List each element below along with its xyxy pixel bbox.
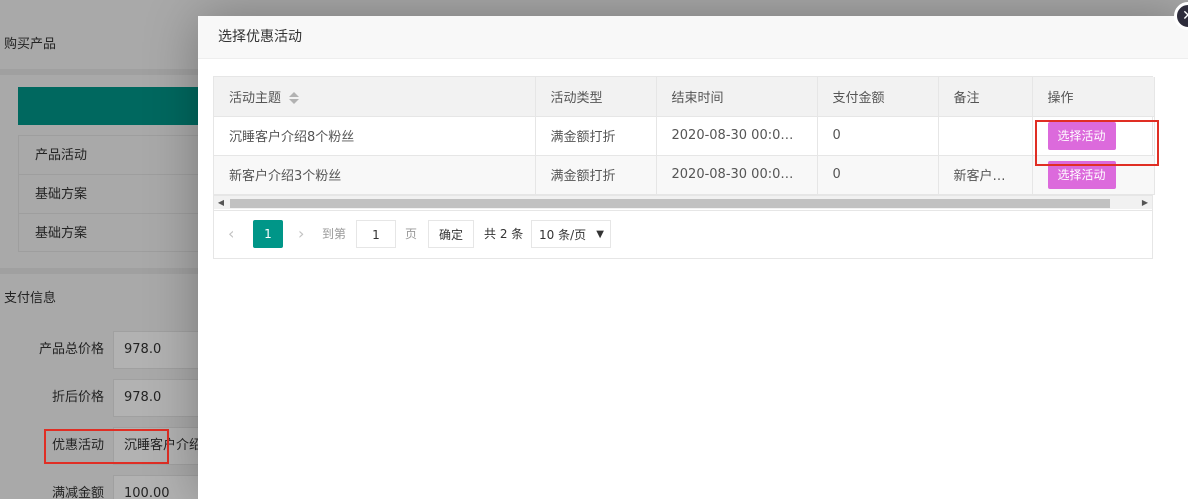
cell-amount: 0 — [817, 155, 939, 195]
column-header-theme[interactable]: 活动主题 — [214, 77, 536, 117]
goto-page-input[interactable]: 1 — [356, 220, 396, 248]
next-page-icon[interactable]: › — [298, 220, 304, 248]
activity-table: 活动主题 活动类型 结束时间 支付金额 备注 操作 沉睡客户介绍8个粉丝 满金额… — [214, 77, 1155, 195]
prev-page-icon[interactable]: ‹ — [228, 220, 234, 248]
cell-action: 选择活动 — [1032, 155, 1155, 195]
cell-end-time: 2020-08-30 00:00:00 — [656, 116, 818, 156]
cell-amount: 0 — [817, 116, 939, 156]
column-header-end-time: 结束时间 — [656, 77, 818, 117]
pagination: ‹ 1 › 到第 1 页 确定 共 2 条 10 条/页 ▼ — [214, 210, 1152, 258]
select-activity-button[interactable]: 选择活动 — [1047, 121, 1116, 150]
cell-action: 选择活动 — [1032, 116, 1155, 156]
scroll-left-icon[interactable]: ◀ — [216, 198, 226, 208]
column-header-type: 活动类型 — [535, 77, 657, 117]
goto-label: 到第 — [322, 227, 347, 241]
activity-table-panel: 活动主题 活动类型 结束时间 支付金额 备注 操作 沉睡客户介绍8个粉丝 满金额… — [213, 76, 1155, 259]
cell-theme: 沉睡客户介绍8个粉丝 — [214, 116, 536, 156]
column-header-note: 备注 — [938, 77, 1033, 117]
column-header-amount: 支付金额 — [817, 77, 939, 117]
scroll-right-icon[interactable]: ▶ — [1140, 198, 1150, 208]
cell-theme: 新客户介绍3个粉丝 — [214, 155, 536, 195]
page-unit-label: 页 — [405, 227, 418, 241]
scroll-thumb[interactable] — [230, 199, 1110, 208]
select-promotion-dialog: 选择优惠活动 ✕ 活动主题 活动类型 结束时间 支付金额 备注 操作 沉睡客户介… — [198, 2, 1188, 499]
table-row[interactable]: 新客户介绍3个粉丝 满金额打折 2020-08-30 00:00:00 0 新客… — [214, 155, 1155, 195]
cell-type: 满金额打折 — [535, 116, 657, 156]
cell-note — [938, 116, 1033, 156]
table-header-row: 活动主题 活动类型 结束时间 支付金额 备注 操作 — [214, 77, 1155, 117]
table-row[interactable]: 沉睡客户介绍8个粉丝 满金额打折 2020-08-30 00:00:00 0 选… — [214, 116, 1155, 156]
dropdown-arrow-icon: ▼ — [596, 229, 604, 240]
horizontal-scrollbar[interactable]: ◀ ▶ — [214, 195, 1152, 209]
select-activity-button[interactable]: 选择活动 — [1047, 160, 1116, 189]
total-count: 共 2 条 — [484, 227, 524, 241]
page-current[interactable]: 1 — [253, 220, 283, 248]
goto-confirm-button[interactable]: 确定 — [428, 220, 475, 248]
dialog-title: 选择优惠活动 — [198, 16, 1188, 59]
column-header-action: 操作 — [1032, 77, 1155, 117]
sort-icon[interactable] — [289, 92, 300, 105]
cell-end-time: 2020-08-30 00:00:00 — [656, 155, 818, 195]
cell-type: 满金额打折 — [535, 155, 657, 195]
cell-note: 新客户要求.. — [938, 155, 1033, 195]
page-size-select[interactable]: 10 条/页 ▼ — [531, 220, 611, 248]
